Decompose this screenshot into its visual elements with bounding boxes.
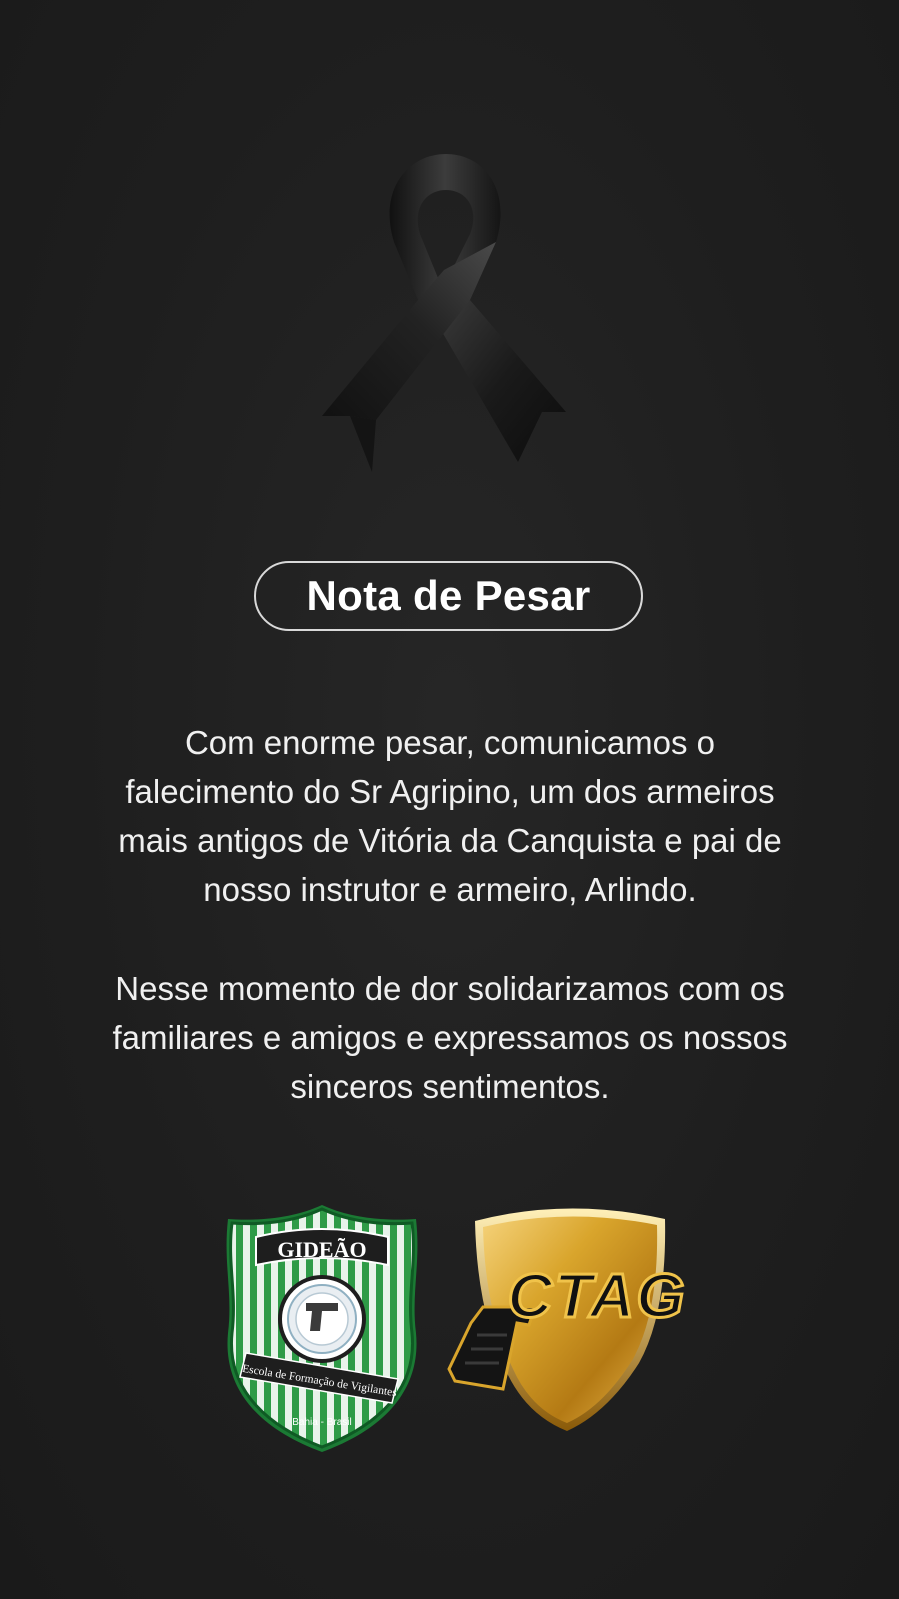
condolence-paragraph-1: Com enorme pesar, comunicamos o falecime… bbox=[118, 724, 782, 908]
black-mourning-ribbon-icon bbox=[322, 154, 566, 472]
page-title: Nota de Pesar bbox=[306, 572, 591, 619]
ctag-name-text: CTAG bbox=[507, 1262, 686, 1331]
condolence-paragraph-2: Nesse momento de dor solidarizamos com o… bbox=[112, 970, 788, 1105]
ctag-shield-logo: CTAG bbox=[447, 1208, 686, 1431]
gideao-badge-logo: GIDEÃO Escola de Formação de Vigilantes … bbox=[226, 1205, 418, 1452]
gideao-name-text: GIDEÃO bbox=[277, 1237, 366, 1262]
gideao-location-text: Bahia - Brasil bbox=[292, 1417, 351, 1428]
title-pill: Nota de Pesar bbox=[254, 561, 643, 631]
condolence-page: Nota de Pesar Com enorme pesar, comunica… bbox=[0, 0, 899, 1599]
